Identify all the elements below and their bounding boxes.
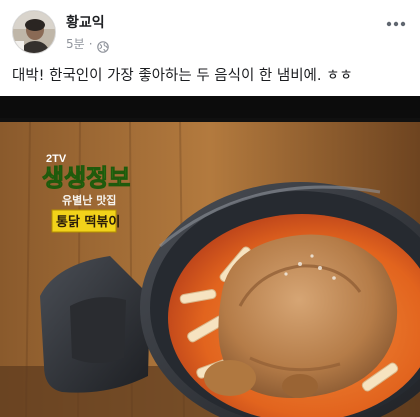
post-header: 황교익 5분 · [0, 0, 420, 62]
avatar[interactable] [12, 10, 56, 54]
author-name[interactable]: 황교익 [66, 12, 105, 32]
post-timestamp[interactable]: 5분 [66, 35, 85, 52]
show-title: 생생정보 [42, 164, 130, 192]
show-subtitle: 유별난 맛집 [62, 193, 116, 207]
post-photo[interactable]: 2TV 생생정보 유별난 맛집 통닭 떡볶이 [0, 96, 420, 417]
globe-icon[interactable] [96, 38, 109, 53]
tv-screen-photo: 2TV 생생정보 유별난 맛집 통닭 떡볶이 [0, 96, 420, 417]
avatar-image [13, 11, 55, 53]
more-icon[interactable] [384, 16, 408, 30]
post-meta: 5분 · [66, 35, 109, 53]
show-caption: 통닭 떡볶이 [56, 214, 120, 230]
meta-separator: · [88, 36, 93, 51]
post-text: 대박! 한국인이 가장 좋아하는 두 음식이 한 냄비에. ㅎㅎ [12, 68, 353, 84]
